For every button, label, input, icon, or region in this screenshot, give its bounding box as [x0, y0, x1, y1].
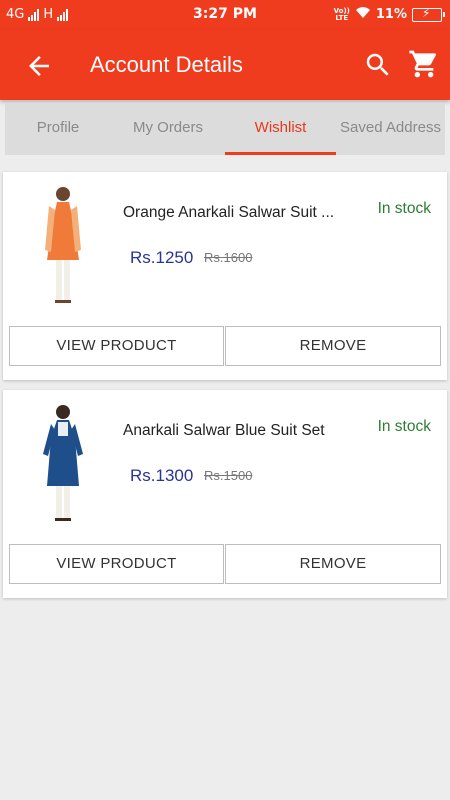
tab-profile[interactable]: Profile — [5, 103, 111, 155]
product-name[interactable]: Orange Anarkali Salwar Suit ... — [123, 204, 393, 222]
tab-saved-address[interactable]: Saved Address — [336, 103, 445, 155]
search-icon[interactable] — [363, 50, 393, 80]
remove-button[interactable]: REMOVE — [225, 544, 441, 584]
shopping-cart-icon[interactable] — [408, 48, 440, 80]
status-right: Vo)) LTE 11% ⚡ — [334, 6, 445, 23]
product-image[interactable] — [23, 398, 103, 528]
arrow-back-icon[interactable] — [24, 51, 54, 81]
battery-percent: 11% — [375, 7, 407, 22]
stock-status: In stock — [377, 418, 431, 435]
wishlist-item: Anarkali Salwar Blue Suit Set In stock R… — [3, 390, 447, 598]
tab-my-orders[interactable]: My Orders — [111, 103, 225, 155]
volte-bottom: LTE — [335, 13, 349, 22]
original-price: Rs.1500 — [204, 468, 253, 483]
tab-wishlist[interactable]: Wishlist — [225, 103, 336, 155]
active-tab-indicator — [225, 152, 336, 155]
wifi-icon — [355, 6, 371, 23]
volte-icon: Vo)) LTE — [334, 7, 350, 22]
product-price: Rs.1250 — [130, 248, 194, 267]
remove-button[interactable]: REMOVE — [225, 326, 441, 366]
view-product-button[interactable]: VIEW PRODUCT — [9, 326, 224, 366]
account-tabs: Profile My Orders Wishlist Saved Address — [5, 103, 445, 155]
product-name[interactable]: Anarkali Salwar Blue Suit Set — [123, 422, 393, 440]
app-bar: Account Details — [0, 30, 450, 100]
wishlist-item: Orange Anarkali Salwar Suit ... In stock… — [3, 172, 447, 380]
status-bar: 4G H 3:27 PM Vo)) LTE 11% ⚡ — [0, 0, 450, 30]
product-price: Rs.1300 — [130, 466, 194, 485]
product-image[interactable] — [23, 180, 103, 310]
stock-status: In stock — [377, 200, 431, 217]
battery-icon: ⚡ — [412, 6, 445, 22]
view-product-button[interactable]: VIEW PRODUCT — [9, 544, 224, 584]
page-title: Account Details — [90, 52, 243, 77]
original-price: Rs.1600 — [204, 250, 253, 265]
